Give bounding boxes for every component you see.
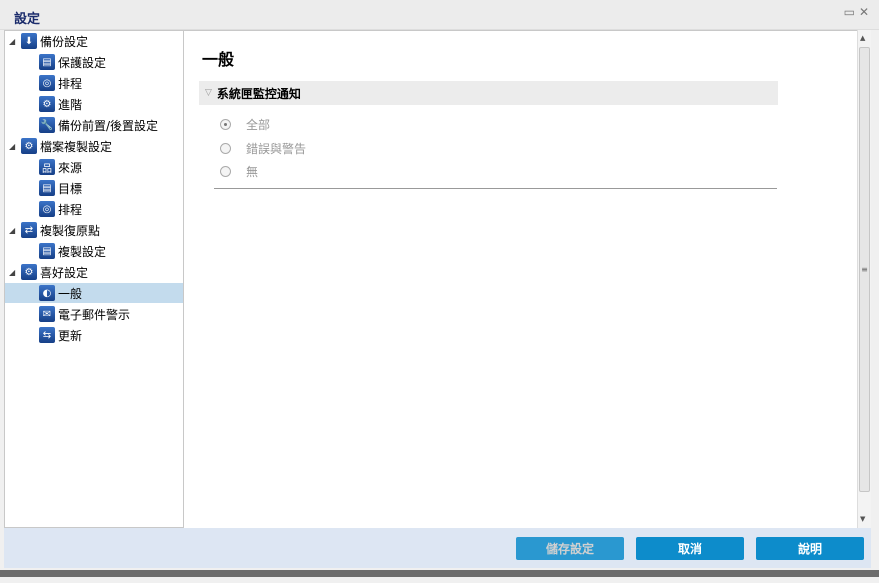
tree-item-label: 排程: [58, 202, 83, 217]
backup-icon: ⬇: [21, 33, 37, 49]
tree-item-source[interactable]: 品來源: [5, 157, 183, 177]
radio-label: 全部: [246, 118, 271, 132]
tree-item-label: 檔案複製設定: [40, 139, 113, 154]
scroll-up-icon[interactable]: ▲: [860, 34, 865, 42]
restore-icon[interactable]: ▭: [844, 5, 855, 19]
tree-item-update[interactable]: ⇆ 更新: [5, 325, 183, 345]
radio-circle[interactable]: [220, 119, 231, 130]
divider: [214, 188, 777, 189]
source-icon: 品: [39, 159, 55, 175]
tree-item-label: 來源: [58, 160, 83, 175]
destination-icon: ▤: [39, 180, 55, 196]
wrench-icon: 🔧: [39, 117, 55, 133]
collapse-triangle-icon[interactable]: ▽: [205, 88, 212, 98]
tree-item-label: 喜好設定: [40, 265, 89, 280]
general-icon: ◐: [39, 285, 55, 301]
tree-item-label: 備份前置/後置設定: [58, 118, 159, 133]
file-copy-icon: ⚙: [21, 138, 37, 154]
tree-item-protect[interactable]: ▤ 保護設定: [5, 52, 183, 72]
tree-item-schedule[interactable]: ◎ 排程: [5, 199, 183, 219]
tree-item-preferences[interactable]: ◢ ⚙ 喜好設定: [5, 262, 183, 282]
vertical-scrollbar[interactable]: ▲ ≡ ▼: [857, 30, 871, 528]
email-icon: ✉: [39, 306, 55, 322]
page-title: 一般: [202, 50, 235, 69]
bottom-border: [0, 570, 879, 577]
content-panel: 一般 ▽ 系統匣監控通知 全部 錯誤與警告 無: [184, 30, 857, 528]
update-icon: ⇆: [39, 327, 55, 343]
tree-item-label: 目標: [58, 181, 83, 196]
radio-errors-warnings[interactable]: 錯誤與警告: [220, 140, 306, 157]
tree-item-label: 備份設定: [40, 34, 89, 49]
radio-all[interactable]: 全部: [220, 116, 270, 133]
section-title: 系統匣監控通知: [216, 86, 301, 101]
expand-triangle-icon[interactable]: ◢: [9, 37, 15, 46]
close-icon[interactable]: ✕: [859, 5, 869, 19]
expand-triangle-icon[interactable]: ◢: [9, 268, 15, 277]
tree-item-label: 保護設定: [58, 55, 107, 70]
expand-triangle-icon[interactable]: ◢: [9, 226, 15, 235]
tree-item-wrench[interactable]: 🔧 備份前置/後置設定: [5, 115, 183, 135]
section-header-tray-notification[interactable]: ▽ 系統匣監控通知: [199, 81, 778, 105]
tree-item-advanced[interactable]: ⚙ 進階: [5, 94, 183, 114]
protect-icon: ▤: [39, 54, 55, 70]
tree-item-destination[interactable]: ▤ 目標: [5, 178, 183, 198]
radio-none[interactable]: 無: [220, 163, 258, 180]
schedule-icon: ◎: [39, 201, 55, 217]
tree-item-copy-settings[interactable]: ▤ 複製設定: [5, 241, 183, 261]
tree-item-general[interactable]: ◐ 一般: [5, 283, 183, 303]
tree-item-schedule[interactable]: ◎ 排程: [5, 73, 183, 93]
copy-settings-icon: ▤: [39, 243, 55, 259]
window-title: 設定: [14, 12, 41, 27]
radio-label: 錯誤與警告: [246, 142, 307, 156]
tree-item-label: 排程: [58, 76, 83, 91]
tree-item-label: 電子郵件警示: [58, 307, 131, 322]
tree-item-label: 複製設定: [58, 244, 107, 259]
title-bar: 設定 ▭ ✕: [0, 0, 879, 30]
radio-circle[interactable]: [220, 143, 231, 154]
schedule-icon: ◎: [39, 75, 55, 91]
save-settings-button[interactable]: 儲存設定: [516, 537, 624, 560]
tree-item-label: 進階: [58, 97, 83, 112]
tree-item-label: 一般: [58, 286, 83, 301]
tree-item-label: 更新: [58, 328, 83, 343]
scroll-down-icon[interactable]: ▼: [860, 515, 865, 523]
advanced-icon: ⚙: [39, 96, 55, 112]
tree-item-file-copy[interactable]: ◢ ⚙ 檔案複製設定: [5, 136, 183, 156]
expand-triangle-icon[interactable]: ◢: [9, 142, 15, 151]
tree-item-label: 複製復原點: [40, 223, 101, 238]
scroll-thumb[interactable]: ≡: [859, 47, 870, 492]
settings-tree: ◢ ⬇ 備份設定 ▤ 保護設定 ◎ 排程 ⚙ 進階 🔧 備份前置/後置設定 ◢ ⚙ 檔案複製設定品來源 ▤ 目…: [4, 30, 184, 528]
cancel-button[interactable]: 取消: [636, 537, 744, 560]
footer-bar: 儲存設定 取消 說明: [4, 528, 871, 568]
tree-item-email[interactable]: ✉ 電子郵件警示: [5, 304, 183, 324]
tree-item-copy-recovery[interactable]: ◢ ⇄ 複製復原點: [5, 220, 183, 240]
tree-item-backup[interactable]: ◢ ⬇ 備份設定: [5, 31, 183, 51]
copy-recovery-icon: ⇄: [21, 222, 37, 238]
radio-circle[interactable]: [220, 166, 231, 177]
preferences-icon: ⚙: [21, 264, 37, 280]
help-button[interactable]: 說明: [756, 537, 864, 560]
radio-label: 無: [246, 165, 259, 179]
